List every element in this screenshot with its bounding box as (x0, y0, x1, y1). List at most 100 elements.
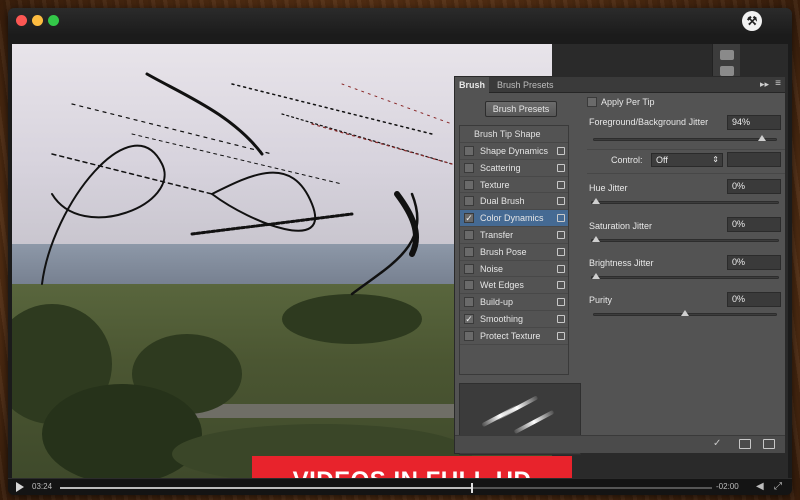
brush-setting-wet-edges[interactable]: Wet Edges (460, 277, 568, 295)
control-extra-field (727, 152, 781, 167)
setting-checkbox[interactable]: ✓ (464, 313, 474, 324)
lock-icon[interactable] (557, 230, 565, 239)
brightness-jitter-thumb[interactable] (592, 273, 600, 279)
setting-label: Build-up (480, 297, 514, 308)
brush-setting-shape-dynamics[interactable]: Shape Dynamics (460, 143, 568, 160)
setting-checkbox[interactable] (464, 196, 474, 207)
fg-bg-jitter-thumb[interactable] (757, 135, 766, 141)
setting-checkbox[interactable] (464, 280, 474, 291)
seek-bar-knob[interactable] (470, 483, 473, 493)
lock-icon[interactable] (557, 331, 565, 340)
brush-setting-color-dynamics[interactable]: ✓ Color Dynamics (460, 210, 568, 227)
brush-setting-build-up[interactable]: Build-up (460, 294, 568, 311)
setting-checkbox[interactable] (464, 146, 474, 156)
hue-jitter-label: Hue Jitter (589, 183, 628, 193)
hue-jitter-thumb[interactable] (592, 198, 600, 204)
brush-setting-scattering[interactable]: Scattering (460, 160, 568, 177)
lock-icon[interactable] (557, 197, 565, 206)
toggle-brush-icon[interactable]: ✓ (713, 438, 725, 449)
video-frame[interactable]: i Brush Brush Presets ▸▸ ≡ Brush Presets… (12, 44, 788, 478)
setting-checkbox[interactable]: ✓ (464, 213, 474, 224)
setting-label: Scattering (480, 162, 521, 173)
title-bar: ⚒ (8, 8, 792, 34)
purity-thumb[interactable] (681, 310, 689, 316)
brush-setting-texture[interactable]: Texture (460, 177, 568, 194)
lock-icon[interactable] (557, 147, 565, 155)
setting-checkbox[interactable] (464, 162, 474, 173)
lock-icon[interactable] (557, 281, 565, 290)
create-brush-icon[interactable] (739, 439, 751, 449)
lock-icon[interactable] (557, 214, 565, 223)
setting-checkbox[interactable] (464, 330, 474, 341)
lock-icon[interactable] (557, 180, 565, 189)
video-scene: i Brush Brush Presets ▸▸ ≡ Brush Presets… (12, 44, 788, 478)
tab-brush[interactable]: Brush (455, 77, 490, 93)
promo-banner: VIDEOS IN FULL HD (252, 456, 572, 478)
seek-bar[interactable] (60, 483, 712, 493)
brush-settings-list: Brush Tip Shape Shape Dynamics Scattering… (459, 125, 569, 375)
brightness-jitter-field[interactable]: 0% (727, 255, 781, 270)
saturation-jitter-slider[interactable] (591, 236, 779, 242)
fg-bg-jitter-label: Foreground/Background Jitter (589, 117, 709, 127)
brush-presets-button[interactable]: Brush Presets (485, 101, 557, 117)
clone-source-icon[interactable] (719, 66, 734, 76)
brightness-jitter-label: Brightness Jitter (589, 258, 654, 268)
control-select-value: Off (656, 155, 668, 165)
volume-icon[interactable]: ◀ (756, 481, 764, 492)
tab-brush-presets[interactable]: Brush Presets (493, 77, 558, 93)
setting-checkbox[interactable] (464, 246, 474, 257)
video-player-window: ⚒ Brush Brush Presets ▸▸ ≡ Brush Presets… (8, 8, 792, 495)
brush-setting-brush-pose[interactable]: Brush Pose (460, 244, 568, 261)
setting-checkbox[interactable] (464, 297, 474, 308)
brush-setting-smoothing[interactable]: ✓ Smoothing (460, 311, 568, 328)
lock-icon[interactable] (557, 298, 565, 307)
panel-menu-icon[interactable]: ≡ (775, 78, 781, 89)
minimize-window-button[interactable] (32, 15, 43, 26)
lock-icon[interactable] (557, 314, 565, 323)
collapse-panel-icon[interactable]: ▸▸ (760, 79, 769, 90)
setting-label: Wet Edges (480, 280, 524, 291)
apply-per-tip-label: Apply Per Tip (601, 97, 655, 107)
purity-label: Purity (589, 295, 613, 305)
setting-checkbox[interactable] (464, 179, 474, 190)
seek-bar-fill (60, 487, 471, 489)
apply-per-tip-checkbox[interactable] (587, 97, 597, 107)
brightness-jitter-slider[interactable] (591, 273, 779, 279)
brush-setting-transfer[interactable]: Transfer (460, 227, 568, 244)
lock-icon[interactable] (557, 163, 565, 172)
brush-setting-dual-brush[interactable]: Dual Brush (460, 193, 568, 211)
playback-controls: 03:24 -02:00 ◀ ⤢ (8, 478, 792, 495)
control-select[interactable]: Off ⇕ (651, 153, 723, 167)
brush-tip-shape-item[interactable]: Brush Tip Shape (460, 126, 568, 143)
new-preset-icon[interactable] (763, 439, 775, 449)
preview-stroke (495, 395, 539, 421)
select-arrow-icon: ⇕ (712, 155, 719, 164)
brush-tool-icon[interactable] (719, 50, 734, 60)
purity-field[interactable]: 0% (727, 292, 781, 307)
purity-slider[interactable] (593, 310, 777, 316)
brush-setting-protect-texture[interactable]: Protect Texture (460, 328, 568, 345)
saturation-jitter-thumb[interactable] (592, 236, 600, 242)
brush-setting-noise[interactable]: Noise (460, 261, 568, 278)
setting-checkbox[interactable] (464, 263, 474, 274)
lock-icon[interactable] (557, 264, 565, 273)
hammer-icon[interactable]: ⚒ (742, 11, 762, 31)
fg-bg-jitter-slider[interactable] (593, 135, 777, 141)
lock-icon[interactable] (557, 247, 565, 256)
remaining-time: -02:00 (716, 482, 739, 491)
preview-stroke (513, 409, 555, 435)
fullscreen-icon[interactable]: ⤢ (774, 481, 782, 492)
saturation-jitter-field[interactable]: 0% (727, 217, 781, 232)
brush-panel: Brush Brush Presets ▸▸ ≡ Brush Presets B… (454, 76, 786, 455)
setting-checkbox[interactable] (464, 229, 474, 240)
fullscreen-window-button[interactable] (48, 15, 59, 26)
setting-label: Color Dynamics (480, 213, 544, 224)
fg-bg-jitter-field[interactable]: 94% (727, 115, 781, 130)
divider (587, 173, 785, 174)
setting-label: Transfer (480, 229, 514, 240)
hue-jitter-field[interactable]: 0% (727, 179, 781, 194)
control-label: Control: (611, 155, 643, 165)
hue-jitter-slider[interactable] (591, 198, 779, 204)
close-window-button[interactable] (16, 15, 27, 26)
play-icon[interactable] (16, 482, 24, 492)
